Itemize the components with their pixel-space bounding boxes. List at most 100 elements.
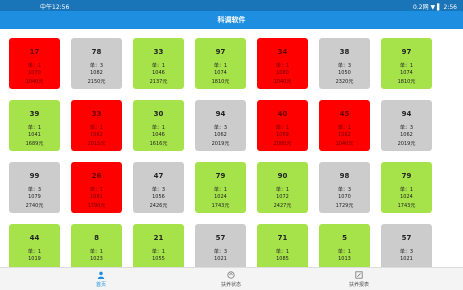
tile-code: 1046 [152, 132, 165, 138]
tile-number: 21 [153, 234, 164, 242]
tile-number: 71 [277, 234, 288, 242]
tab-status[interactable]: 扶养状态 [192, 268, 270, 290]
tile-price: 2137元 [149, 79, 168, 85]
tile-count: 单：3 [213, 249, 228, 255]
person-icon [97, 271, 105, 279]
tile-number: 5 [342, 234, 347, 242]
tile-number: 90 [277, 172, 288, 180]
tile-price: 2427元 [273, 203, 292, 209]
tile-count: 单：1 [89, 187, 104, 193]
tile-price: 2426元 [149, 203, 168, 209]
tile-number: 57 [215, 234, 226, 242]
tile-count: 单：1 [275, 249, 290, 255]
tile-card[interactable]: 26 单：1 1081 1790元 [71, 162, 122, 213]
tile-price: 2019元 [397, 141, 416, 147]
tile-code: 1024 [214, 194, 227, 200]
tile-price: 2015元 [87, 141, 106, 147]
tile-number: 94 [401, 110, 412, 118]
tile-count: 单：3 [89, 63, 104, 69]
tile-price: 2080元 [273, 141, 292, 147]
tile-code: 1021 [400, 256, 413, 262]
tile-card[interactable]: 30 单：1 1046 1616元 [133, 100, 184, 151]
tile-number: 97 [215, 48, 226, 56]
tile-card[interactable]: 34 单：1 1080 1040元 [257, 38, 308, 89]
status-bar: 中午12:56 0.2网 ▼ ▌ 2:56 [0, 0, 463, 11]
tile-number: 99 [29, 172, 40, 180]
tile-code: 1055 [152, 256, 165, 262]
tile-grid: 17 单：1 1070 1040元 78 单：3 1082 2150元 33 单：1 1046 213… [0, 29, 463, 267]
tile-price: 1040元 [335, 141, 354, 147]
tile-count: 单：1 [399, 63, 414, 69]
tile-number: 94 [215, 110, 226, 118]
tile-count: 单：1 [151, 125, 166, 131]
tile-card[interactable]: 8 单：1 1023 [71, 224, 122, 267]
tile-number: 40 [277, 110, 288, 118]
tile-code: 1072 [276, 194, 289, 200]
tile-card[interactable]: 94 单：3 1062 2019元 [195, 100, 246, 151]
tile-card[interactable]: 40 单：1 1069 2080元 [257, 100, 308, 151]
tile-card[interactable]: 38 单：3 1050 2320元 [319, 38, 370, 89]
tile-card[interactable]: 71 单：1 1085 [257, 224, 308, 267]
tile-card[interactable]: 57 单：3 1021 [195, 224, 246, 267]
tile-price: 1040元 [273, 79, 292, 85]
tile-code: 1081 [90, 194, 103, 200]
tile-count: 单：1 [213, 187, 228, 193]
tile-number: 78 [91, 48, 102, 56]
tile-count: 单：1 [337, 249, 352, 255]
tile-code: 1085 [276, 256, 289, 262]
tile-code: 1069 [276, 132, 289, 138]
tab-label: 扶养报表 [348, 282, 369, 288]
tile-number: 98 [339, 172, 350, 180]
tile-price: 1743元 [397, 203, 416, 209]
tile-card[interactable]: 33 单：1 1062 2015元 [71, 100, 122, 151]
tile-count: 单：1 [151, 249, 166, 255]
tile-count: 单：3 [151, 187, 166, 193]
tile-card[interactable]: 17 单：1 1070 1040元 [9, 38, 60, 89]
tile-count: 单：1 [275, 187, 290, 193]
tile-card[interactable]: 78 单：3 1082 2150元 [71, 38, 122, 89]
tile-card[interactable]: 97 单：1 1074 1810元 [381, 38, 432, 89]
tile-price: 2150元 [87, 79, 106, 85]
tile-count: 单：1 [275, 63, 290, 69]
tile-code: 1056 [152, 194, 165, 200]
tile-code: 1062 [338, 132, 351, 138]
tile-price: 1616元 [149, 141, 168, 147]
tile-card[interactable]: 97 单：1 1074 1810元 [195, 38, 246, 89]
tile-number: 33 [91, 110, 102, 118]
tile-card[interactable]: 57 单：3 1021 [381, 224, 432, 267]
tile-code: 1062 [214, 132, 227, 138]
tile-number: 17 [29, 48, 40, 56]
tile-card[interactable]: 90 单：1 1072 2427元 [257, 162, 308, 213]
tile-card[interactable]: 98 单：3 1070 1729元 [319, 162, 370, 213]
tile-count: 单：1 [89, 125, 104, 131]
tile-count: 单：1 [337, 125, 352, 131]
tile-code: 1082 [90, 70, 103, 76]
tab-home[interactable]: 首页 [62, 268, 140, 290]
status-time: 中午12:56 [40, 4, 70, 11]
tile-code: 1062 [400, 132, 413, 138]
tile-code: 1079 [28, 194, 41, 200]
page-title: 科调软件 [0, 11, 463, 29]
tile-price: 1743元 [211, 203, 230, 209]
tile-count: 单：1 [27, 125, 42, 131]
tile-count: 单：1 [213, 63, 228, 69]
tile-card[interactable]: 79 单：1 1024 1743元 [195, 162, 246, 213]
tile-card[interactable]: 47 单：3 1056 2426元 [133, 162, 184, 213]
tab-report[interactable]: 扶养报表 [320, 268, 398, 290]
tile-number: 8 [94, 234, 99, 242]
tile-card[interactable]: 79 单：1 1024 1743元 [381, 162, 432, 213]
tile-card[interactable]: 94 单：3 1062 2019元 [381, 100, 432, 151]
tile-code: 1046 [152, 70, 165, 76]
tile-price: 1729元 [335, 203, 354, 209]
tile-card[interactable]: 5 单：1 1013 [319, 224, 370, 267]
tile-card[interactable]: 39 单：1 1041 1689元 [9, 100, 60, 151]
tile-code: 1062 [90, 132, 103, 138]
tile-card[interactable]: 33 单：1 1046 2137元 [133, 38, 184, 89]
tile-code: 1013 [338, 256, 351, 262]
tile-card[interactable]: 21 单：1 1055 [133, 224, 184, 267]
tile-number: 26 [91, 172, 102, 180]
tile-card[interactable]: 99 单：3 1079 2740元 [9, 162, 60, 213]
tile-code: 1070 [28, 70, 41, 76]
tile-card[interactable]: 44 单：1 1019 [9, 224, 60, 267]
tile-card[interactable]: 45 单：1 1062 1040元 [319, 100, 370, 151]
